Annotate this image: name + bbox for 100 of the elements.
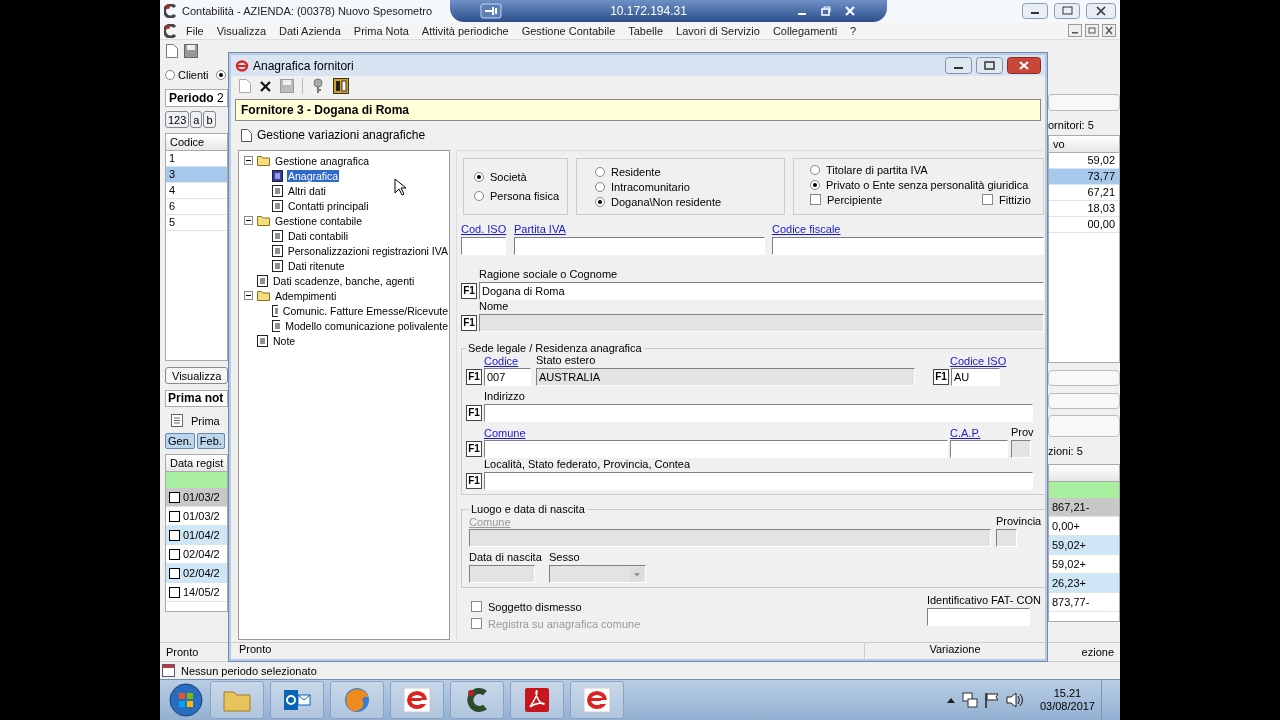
radio-button[interactable] — [810, 179, 820, 190]
restore-button[interactable] — [1085, 24, 1099, 37]
menu-item[interactable]: Gestione Contabile — [516, 24, 621, 37]
field-link[interactable]: Codice fiscale — [772, 223, 1044, 237]
menu-item[interactable]: Collegamenti — [767, 24, 843, 37]
f1-key-button[interactable]: F1 — [461, 283, 477, 299]
menu-item[interactable]: Tabelle — [623, 24, 669, 37]
table-cell[interactable]: 5 — [166, 215, 227, 231]
month-tab[interactable]: Gen. — [165, 433, 195, 449]
tree-item[interactable]: Personalizzazioni registrazioni IVA — [286, 244, 449, 257]
tree-item[interactable]: Dati scadenze, banche, agenti — [272, 274, 416, 287]
link-text[interactable]: Gestione variazioni anagrafiche — [257, 128, 426, 142]
table-row[interactable]: 01/04/2 — [166, 526, 227, 545]
menu-item[interactable]: Prima Nota — [348, 24, 414, 37]
tree-item[interactable]: Contatti principali — [287, 199, 370, 212]
radio-button[interactable] — [474, 191, 484, 201]
collapse-icon[interactable] — [244, 291, 253, 300]
index-button[interactable]: a — [190, 111, 203, 128]
field-link[interactable]: Comune — [484, 427, 950, 439]
text-field[interactable] — [926, 608, 1030, 626]
save-icon[interactable] — [184, 44, 198, 58]
tree-item[interactable]: Comunic. Fatture Emesse/Ricevute — [281, 304, 449, 317]
f1-key-button[interactable]: F1 — [466, 405, 482, 421]
new-file-icon[interactable] — [166, 44, 178, 58]
minimize-button[interactable] — [945, 57, 972, 74]
taskbar-button[interactable] — [570, 681, 624, 719]
f1-key-button[interactable]: F1 — [466, 441, 482, 457]
text-field[interactable] — [484, 404, 1033, 422]
clock-time[interactable]: 15.21 — [1053, 687, 1082, 700]
close-button[interactable] — [1007, 57, 1041, 74]
f1-key-button[interactable]: F1 — [933, 369, 949, 385]
close-button[interactable] — [1102, 24, 1116, 37]
field-link[interactable]: Codice — [484, 355, 536, 367]
month-tab[interactable]: Feb. — [196, 433, 225, 449]
flag-icon[interactable] — [983, 692, 1000, 708]
up-arrow-icon[interactable] — [945, 696, 956, 704]
pin-icon[interactable] — [480, 3, 502, 19]
radio-button[interactable] — [165, 70, 175, 80]
menu-item[interactable]: ? — [845, 24, 862, 37]
text-field[interactable] — [950, 440, 1008, 458]
tree-item[interactable]: Gestione contabile — [274, 214, 363, 227]
menu-item[interactable]: Lavori di Servizio — [671, 24, 765, 37]
minimize-button[interactable] — [1068, 24, 1082, 37]
text-field[interactable]: 007 — [484, 368, 531, 386]
save-icon[interactable] — [280, 79, 294, 93]
field-link[interactable]: Partita IVA — [514, 223, 765, 237]
table-row[interactable]: 14/05/2 — [166, 583, 227, 602]
text-field[interactable] — [484, 472, 1033, 490]
restore-button[interactable] — [1054, 3, 1080, 19]
taskbar-button[interactable] — [270, 681, 324, 719]
tree-item[interactable]: Dati ritenute — [287, 259, 346, 272]
tree-item[interactable]: Adempimenti — [274, 289, 338, 302]
tree-item[interactable]: Altri dati — [287, 184, 327, 197]
calculator-icon[interactable] — [333, 78, 349, 94]
radio-button[interactable] — [215, 70, 226, 80]
tree-item[interactable]: Modello comunicazione polivalente — [284, 319, 449, 332]
taskbar-button[interactable] — [450, 681, 504, 719]
menu-item[interactable]: File — [181, 24, 209, 37]
text-field[interactable] — [461, 237, 506, 255]
list-item[interactable]: Prima — [191, 414, 220, 427]
index-button[interactable]: 123 — [165, 111, 190, 128]
text-field[interactable] — [484, 440, 948, 458]
delete-icon[interactable] — [259, 79, 272, 93]
radio-button[interactable] — [595, 196, 605, 207]
menu-item[interactable]: Visualizza — [211, 24, 272, 37]
minimize-button[interactable] — [1022, 3, 1048, 19]
table-row[interactable]: 01/03/2 — [166, 488, 227, 507]
collapse-icon[interactable] — [244, 216, 253, 225]
tree-item[interactable]: Dati contabili — [287, 229, 350, 242]
maximize-button[interactable] — [976, 57, 1003, 74]
radio-button[interactable] — [474, 172, 484, 182]
restore-button[interactable] — [819, 4, 833, 18]
speaker-icon[interactable] — [1005, 692, 1024, 708]
text-field[interactable]: Dogana di Roma — [479, 282, 1044, 300]
table-cell[interactable]: 4 — [166, 183, 227, 199]
table-cell[interactable]: 3 — [166, 167, 227, 183]
tree-item[interactable]: Gestione anagrafica — [274, 154, 370, 167]
close-button[interactable] — [1086, 3, 1116, 19]
table-row[interactable]: 02/04/2 — [166, 564, 227, 583]
checkbox[interactable] — [471, 601, 482, 612]
field-link[interactable]: Cod. ISO — [461, 223, 506, 237]
text-field[interactable]: AU — [951, 368, 1000, 386]
tree-item[interactable]: Anagrafica — [287, 169, 340, 182]
start-button[interactable] — [168, 682, 204, 718]
f1-key-button[interactable]: F1 — [466, 473, 482, 489]
taskbar-button[interactable] — [390, 681, 444, 719]
radio-button[interactable] — [595, 181, 605, 192]
radio-button[interactable] — [595, 166, 605, 177]
key-icon[interactable] — [311, 78, 325, 94]
menu-item[interactable]: Dati Azienda — [274, 24, 346, 37]
view-button[interactable]: Visualizza — [165, 367, 228, 384]
close-button[interactable] — [843, 4, 857, 18]
table-cell[interactable]: 6 — [166, 199, 227, 215]
taskbar-button[interactable] — [510, 681, 564, 719]
field-link[interactable]: Codice ISO — [950, 355, 1007, 367]
index-button[interactable]: b — [203, 111, 216, 128]
clock-date[interactable]: 03/08/2017 — [1039, 700, 1095, 713]
checkbox[interactable] — [982, 194, 994, 205]
text-field[interactable] — [514, 237, 765, 255]
new-file-icon[interactable] — [239, 79, 251, 93]
